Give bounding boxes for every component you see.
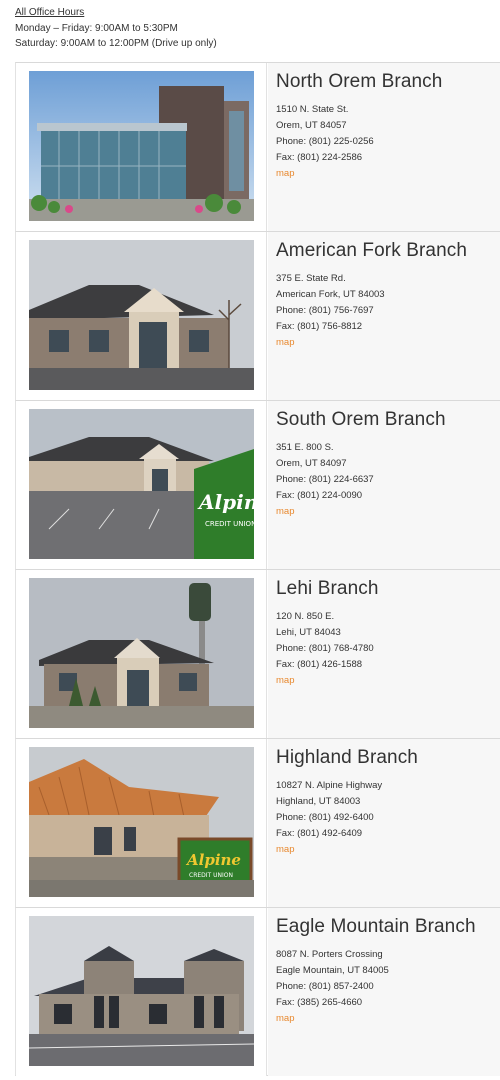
- branch-phone: Phone: (801) 756-7697: [276, 305, 374, 316]
- saturday-hours: Saturday: 9:00AM to 12:00PM (Drive up on…: [15, 38, 217, 49]
- sign-sub: CREDIT UNION: [189, 872, 233, 879]
- map-link[interactable]: map: [276, 842, 500, 858]
- branch-photo-cell: [16, 908, 267, 1076]
- north-orem-branch-photo: [29, 71, 254, 221]
- branch-fax: Fax: (801) 756-8812: [276, 321, 363, 332]
- weekday-hours: Monday – Friday: 9:00AM to 5:30PM: [15, 22, 178, 34]
- branch-photo-cell: Alpine CREDIT UNION: [16, 739, 267, 907]
- branch-info: South Orem Branch 351 E. 800 S. Orem, UT…: [268, 401, 500, 569]
- sign-brand: Alpine: [197, 490, 254, 514]
- branch-north-orem: North Orem Branch 1510 N. State St. Orem…: [15, 62, 500, 231]
- highland-branch-photo: Alpine CREDIT UNION: [29, 747, 254, 897]
- branch-name: South Orem Branch: [276, 409, 446, 430]
- branch-street: 120 N. 850 E.: [276, 611, 335, 622]
- american-fork-branch-photo: [29, 240, 254, 390]
- branch-phone: Phone: (801) 225-0256: [276, 136, 374, 147]
- branch-name: North Orem Branch: [276, 71, 443, 92]
- branch-fax: Fax: (385) 265-4660: [276, 997, 363, 1008]
- branch-name: Eagle Mountain Branch: [276, 916, 476, 937]
- branch-photo-cell: [16, 232, 267, 400]
- sign-sub: CREDIT UNION: [205, 520, 254, 528]
- branch-info: Highland Branch 10827 N. Alpine Highway …: [268, 739, 500, 907]
- branch-city: Orem, UT 84057: [276, 120, 347, 131]
- branch-city: Eagle Mountain, UT 84005: [276, 965, 389, 976]
- branch-phone: Phone: (801) 492-6400: [276, 812, 374, 823]
- branch-street: 375 E. State Rd.: [276, 273, 346, 284]
- branch-american-fork: American Fork Branch 375 E. State Rd. Am…: [15, 231, 500, 400]
- branch-city: Lehi, UT 84043: [276, 627, 341, 638]
- branch-photo-cell: Alpine CREDIT UNION: [16, 401, 267, 569]
- branch-lehi: Lehi Branch 120 N. 850 E. Lehi, UT 84043…: [15, 569, 500, 738]
- map-link[interactable]: map: [276, 166, 500, 182]
- branch-fax: Fax: (801) 224-0090: [276, 490, 363, 501]
- branch-street: 351 E. 800 S.: [276, 442, 334, 453]
- eagle-mountain-branch-photo: [29, 916, 254, 1066]
- branch-fax: Fax: (801) 224-2586: [276, 152, 363, 163]
- branch-city: Highland, UT 84003: [276, 796, 361, 807]
- branch-list: North Orem Branch 1510 N. State St. Orem…: [15, 62, 500, 1076]
- office-hours: All Office Hours Monday – Friday: 9:00AM…: [15, 5, 217, 52]
- branch-info: Lehi Branch 120 N. 850 E. Lehi, UT 84043…: [268, 570, 500, 738]
- branch-info: North Orem Branch 1510 N. State St. Orem…: [268, 63, 500, 231]
- south-orem-branch-photo: Alpine CREDIT UNION: [29, 409, 254, 559]
- branch-fax: Fax: (801) 492-6409: [276, 828, 363, 839]
- branch-street: 1510 N. State St.: [276, 104, 349, 115]
- sign-brand: Alpine: [185, 851, 241, 869]
- map-link[interactable]: map: [276, 504, 500, 520]
- lehi-branch-photo: [29, 578, 254, 728]
- map-link[interactable]: map: [276, 1011, 500, 1027]
- branch-name: American Fork Branch: [276, 240, 468, 261]
- branch-photo-cell: [16, 570, 267, 738]
- branch-name: Highland Branch: [276, 747, 418, 768]
- branch-phone: Phone: (801) 857-2400: [276, 981, 374, 992]
- branch-phone: Phone: (801) 224-6637: [276, 474, 374, 485]
- branch-name: Lehi Branch: [276, 578, 379, 599]
- branch-city: Orem, UT 84097: [276, 458, 347, 469]
- branch-city: American Fork, UT 84003: [276, 289, 385, 300]
- branch-phone: Phone: (801) 768-4780: [276, 643, 374, 654]
- map-link[interactable]: map: [276, 335, 500, 351]
- map-link[interactable]: map: [276, 673, 500, 689]
- branch-south-orem: Alpine CREDIT UNION South Orem Branch 35…: [15, 400, 500, 569]
- branch-street: 8087 N. Porters Crossing: [276, 949, 383, 960]
- all-office-hours-link[interactable]: All Office Hours: [15, 5, 217, 21]
- branch-info: Eagle Mountain Branch 8087 N. Porters Cr…: [268, 908, 500, 1076]
- branch-photo-cell: [16, 63, 267, 231]
- branch-eagle-mountain: Eagle Mountain Branch 8087 N. Porters Cr…: [15, 907, 500, 1076]
- branch-street: 10827 N. Alpine Highway: [276, 780, 383, 791]
- branch-fax: Fax: (801) 426-1588: [276, 659, 363, 670]
- branch-highland: Alpine CREDIT UNION Highland Branch 1082…: [15, 738, 500, 907]
- branch-info: American Fork Branch 375 E. State Rd. Am…: [268, 232, 500, 400]
